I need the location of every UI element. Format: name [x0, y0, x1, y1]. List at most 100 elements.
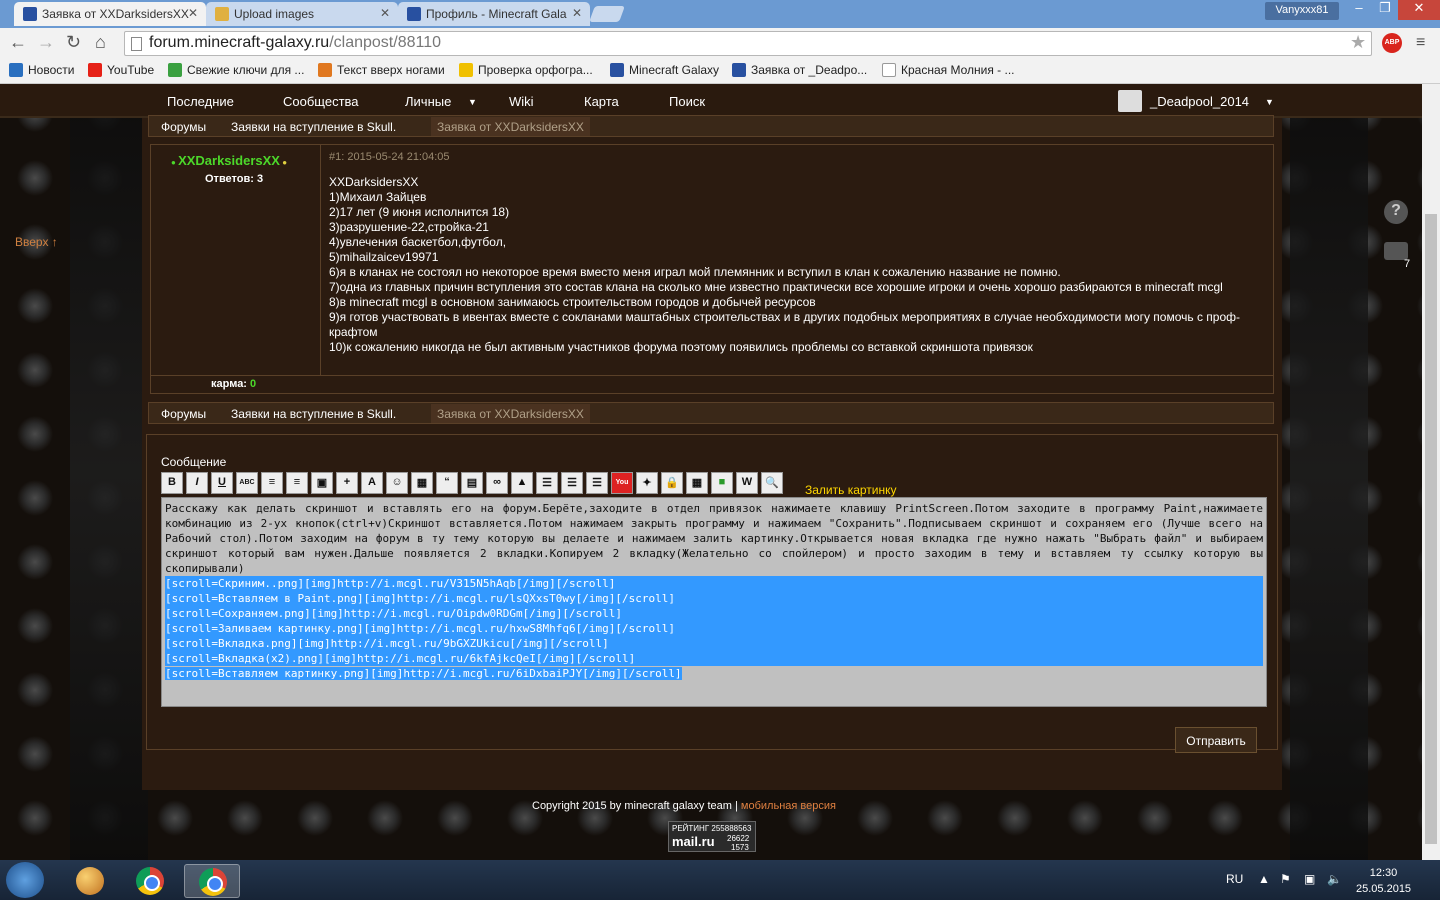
nav-map[interactable]: Карта: [584, 94, 619, 109]
editor-list-icon[interactable]: ☰: [536, 472, 558, 494]
editor-color-icon[interactable]: ▦: [411, 472, 433, 494]
editor-search-icon[interactable]: 🔍: [761, 472, 783, 494]
breadcrumb-forums[interactable]: Форумы: [161, 120, 206, 134]
windows-taskbar: RU ▲ ⚑ ▣ 🔈 12:30 25.05.2015: [0, 860, 1440, 900]
back-icon[interactable]: ←: [9, 32, 27, 53]
upload-image-link[interactable]: Залить картинку: [805, 483, 897, 497]
editor-upload-icon[interactable]: ▲: [511, 472, 533, 494]
editor-table-icon[interactable]: ▦: [686, 472, 708, 494]
language-indicator[interactable]: RU: [1226, 872, 1243, 886]
volume-icon[interactable]: 🔈: [1327, 872, 1342, 886]
mailru-counter[interactable]: РЕЙТИНГ 255888563 mail.ru 26622 1573: [668, 821, 756, 852]
nav-search[interactable]: Поиск: [669, 94, 705, 109]
bookmark-item[interactable]: Свежие ключи для ...: [168, 63, 304, 77]
bookmark-star-icon[interactable]: ★: [1350, 32, 1366, 53]
window-close-icon[interactable]: ✕: [1398, 0, 1440, 20]
post-author[interactable]: ● XXDarksidersXX ●: [171, 153, 287, 168]
bookmark-item[interactable]: Заявка от _Deadpo...: [732, 63, 867, 77]
editor-underline-icon[interactable]: U: [211, 472, 233, 494]
restore-icon[interactable]: ❐: [1372, 0, 1398, 20]
submit-button[interactable]: Отправить: [1175, 727, 1257, 753]
chrome-taskbar-item[interactable]: [122, 864, 178, 898]
editor-quote-icon[interactable]: “: [436, 472, 458, 494]
start-button-icon[interactable]: [6, 862, 44, 898]
editor-video-icon[interactable]: ▣: [311, 472, 333, 494]
home-icon[interactable]: ⌂: [95, 32, 106, 53]
nav-latest[interactable]: Последние: [167, 94, 234, 109]
chrome-taskbar-item-active[interactable]: [184, 864, 240, 898]
editor-link-icon[interactable]: ∞: [486, 472, 508, 494]
post-number[interactable]: #1: [329, 151, 341, 163]
editor-spoiler-icon[interactable]: ✦: [636, 472, 658, 494]
editor-image-icon[interactable]: ▤: [461, 472, 483, 494]
reload-icon[interactable]: ↻: [66, 32, 81, 53]
bookmark-label: Проверка орфогра...: [478, 63, 593, 77]
minimize-icon[interactable]: ‒: [1346, 0, 1372, 20]
minecraft-icon: [610, 63, 624, 77]
flag-icon[interactable]: ⚑: [1280, 872, 1291, 886]
editor-smiley-icon[interactable]: ☺: [386, 472, 408, 494]
username[interactable]: _Deadpool_2014: [1150, 94, 1249, 109]
editor-wiki-icon[interactable]: W: [736, 472, 758, 494]
chevron-down-icon[interactable]: ▼: [468, 97, 477, 107]
editor-italic-icon[interactable]: I: [186, 472, 208, 494]
editor-block-icon[interactable]: ■: [711, 472, 733, 494]
ghost-decoration: [1290, 84, 1368, 860]
close-icon[interactable]: ✕: [380, 6, 390, 20]
editor-strike-icon[interactable]: ABC: [236, 472, 258, 494]
editor-align-center-icon[interactable]: ≡: [286, 472, 308, 494]
tab-upload[interactable]: Upload images ✕: [206, 2, 398, 26]
paint-taskbar-item[interactable]: [62, 864, 118, 898]
avatar[interactable]: [1118, 90, 1142, 112]
close-icon[interactable]: ✕: [188, 6, 198, 20]
editor-youtube-icon[interactable]: You: [611, 472, 633, 494]
url-path: /clanpost/88110: [329, 34, 441, 51]
network-icon[interactable]: ▣: [1304, 872, 1315, 886]
clock[interactable]: 12:30 25.05.2015: [1356, 865, 1411, 897]
post-line: 3)разрушение-22,стройка-21: [329, 220, 489, 234]
menu-icon[interactable]: ≡: [1416, 34, 1425, 52]
editor-add-icon[interactable]: +: [336, 472, 358, 494]
breadcrumb-current: Заявка от XXDarksidersXX: [431, 117, 590, 136]
karma-value: 0: [250, 378, 257, 390]
selected-line: [scroll=Вставляем картинку.png][img]http…: [165, 667, 682, 680]
tab-active[interactable]: Заявка от XXDarksidersXX ✕: [14, 2, 206, 26]
page-scrollbar[interactable]: [1422, 84, 1440, 860]
breadcrumb-forums[interactable]: Форумы: [161, 407, 206, 421]
chrome-icon: [199, 868, 227, 896]
mobile-version-link[interactable]: мобильная версия: [741, 800, 836, 812]
chevron-down-icon[interactable]: ▼: [1265, 97, 1274, 107]
editor-align-left-icon[interactable]: ≡: [261, 472, 283, 494]
scrollbar-thumb[interactable]: [1425, 214, 1437, 844]
bookmark-item[interactable]: Minecraft Galaxy: [610, 63, 719, 77]
tab-profile[interactable]: Профиль - Minecraft Gala ✕: [398, 2, 590, 26]
profile-badge[interactable]: Vanyxxx81: [1265, 2, 1339, 20]
bookmark-item[interactable]: Новости: [9, 63, 74, 77]
help-icon[interactable]: ?: [1384, 200, 1408, 224]
forward-icon[interactable]: →: [37, 32, 55, 53]
breadcrumb-applications[interactable]: Заявки на вступление в Skull.: [231, 407, 396, 421]
tray-arrow-icon[interactable]: ▲: [1258, 872, 1270, 886]
editor-list-bullet-icon[interactable]: ☰: [561, 472, 583, 494]
bookmark-item[interactable]: YouTube: [88, 63, 154, 77]
site-nav: Последние Сообщества Личные ▼ Wiki Карта…: [0, 84, 1422, 118]
message-textarea[interactable]: Расскажу как делать скриншот и вставлять…: [161, 497, 1267, 707]
editor-bold-icon[interactable]: B: [161, 472, 183, 494]
close-icon[interactable]: ✕: [572, 6, 582, 20]
breadcrumb-current: Заявка от XXDarksidersXX: [431, 404, 590, 423]
bookmark-item[interactable]: Проверка орфогра...: [459, 63, 593, 77]
adblock-icon[interactable]: ABP: [1382, 33, 1402, 53]
nav-wiki[interactable]: Wiki: [509, 94, 534, 109]
message-text: Расскажу как делать скриншот и вставлять…: [165, 502, 1263, 575]
scroll-up-link[interactable]: Вверх ↑: [15, 235, 58, 249]
editor-lock-icon[interactable]: 🔒: [661, 472, 683, 494]
nav-communities[interactable]: Сообщества: [283, 94, 359, 109]
address-bar[interactable]: forum.minecraft-galaxy.ru/clanpost/88110: [124, 31, 1372, 56]
new-tab-button[interactable]: [589, 6, 625, 22]
editor-font-color-icon[interactable]: A: [361, 472, 383, 494]
editor-list-number-icon[interactable]: ☰: [586, 472, 608, 494]
bookmark-item[interactable]: Красная Молния - ...: [882, 63, 1015, 77]
nav-personal[interactable]: Личные: [405, 94, 451, 109]
bookmark-item[interactable]: Текст вверх ногами: [318, 63, 445, 77]
breadcrumb-applications[interactable]: Заявки на вступление в Skull.: [231, 120, 396, 134]
